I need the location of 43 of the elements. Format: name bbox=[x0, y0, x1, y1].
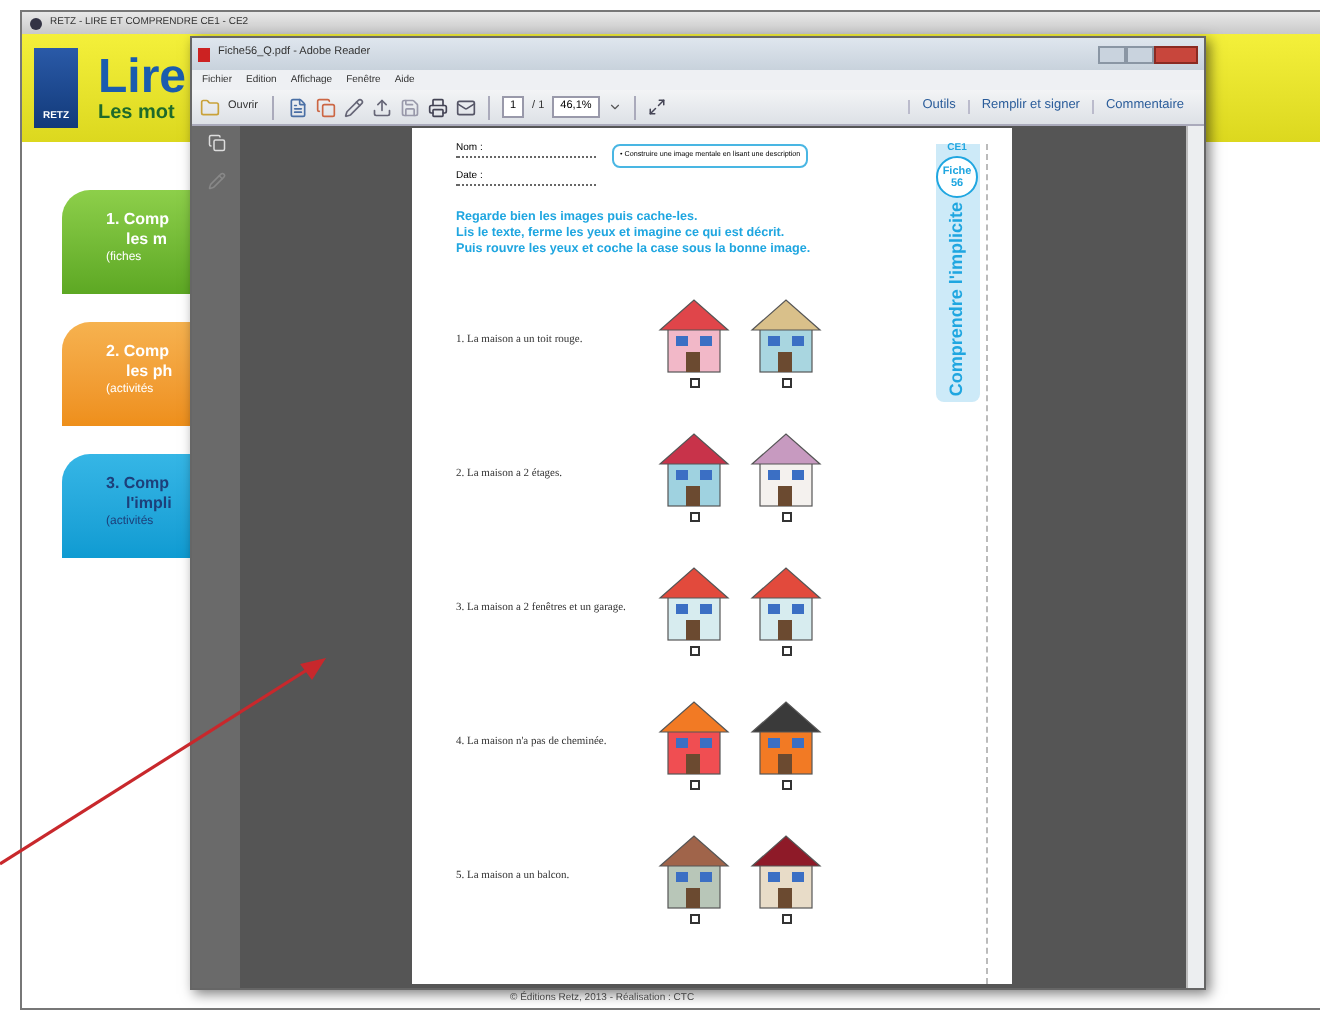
header-title: Lire bbox=[98, 52, 187, 104]
mail-icon[interactable] bbox=[455, 97, 476, 117]
house-drawing bbox=[656, 830, 732, 910]
app-icon bbox=[30, 17, 42, 29]
answer-checkbox[interactable] bbox=[781, 914, 791, 924]
header-subtitle: Les mot bbox=[98, 104, 177, 124]
card-title: les ph bbox=[124, 362, 173, 382]
house-drawing bbox=[748, 294, 824, 374]
upload-icon[interactable] bbox=[371, 97, 392, 117]
house-drawing bbox=[748, 696, 824, 776]
folder-icon bbox=[200, 97, 220, 117]
answer-checkbox[interactable] bbox=[689, 378, 699, 388]
pdf-icon bbox=[198, 47, 210, 61]
house-drawing bbox=[656, 696, 732, 776]
house-drawing bbox=[748, 830, 824, 910]
answer-checkbox[interactable] bbox=[689, 780, 699, 790]
house-drawing bbox=[656, 428, 732, 508]
card-title: 2. Comp bbox=[106, 342, 170, 362]
answer-checkbox[interactable] bbox=[781, 780, 791, 790]
answer-checkbox[interactable] bbox=[781, 378, 791, 388]
strip-title: Comprendre l'implicite bbox=[948, 202, 966, 397]
card-title: 1. Comp bbox=[106, 210, 170, 230]
document-icon[interactable] bbox=[287, 97, 308, 117]
card-title: les m bbox=[124, 230, 167, 250]
card-title: l'impli bbox=[124, 494, 172, 514]
answer-checkbox[interactable] bbox=[689, 512, 699, 522]
house-drawing bbox=[748, 428, 824, 508]
scrollbar[interactable] bbox=[1186, 126, 1204, 988]
close-icon[interactable] bbox=[1154, 45, 1198, 63]
pages-icon[interactable] bbox=[315, 97, 336, 117]
answer-checkbox[interactable] bbox=[781, 646, 791, 656]
edit-icon[interactable] bbox=[343, 97, 364, 117]
answer-checkbox[interactable] bbox=[689, 646, 699, 656]
print-icon[interactable] bbox=[427, 97, 448, 117]
house-drawing bbox=[656, 294, 732, 374]
answer-checkbox[interactable] bbox=[781, 512, 791, 522]
card-title: 3. Comp bbox=[106, 474, 170, 494]
pages-icon[interactable] bbox=[207, 134, 225, 152]
dropdown-icon[interactable] bbox=[607, 100, 622, 114]
house-drawing bbox=[656, 562, 732, 642]
fit-page-icon[interactable] bbox=[647, 98, 666, 116]
answer-checkbox[interactable] bbox=[689, 914, 699, 924]
house-drawing bbox=[748, 562, 824, 642]
